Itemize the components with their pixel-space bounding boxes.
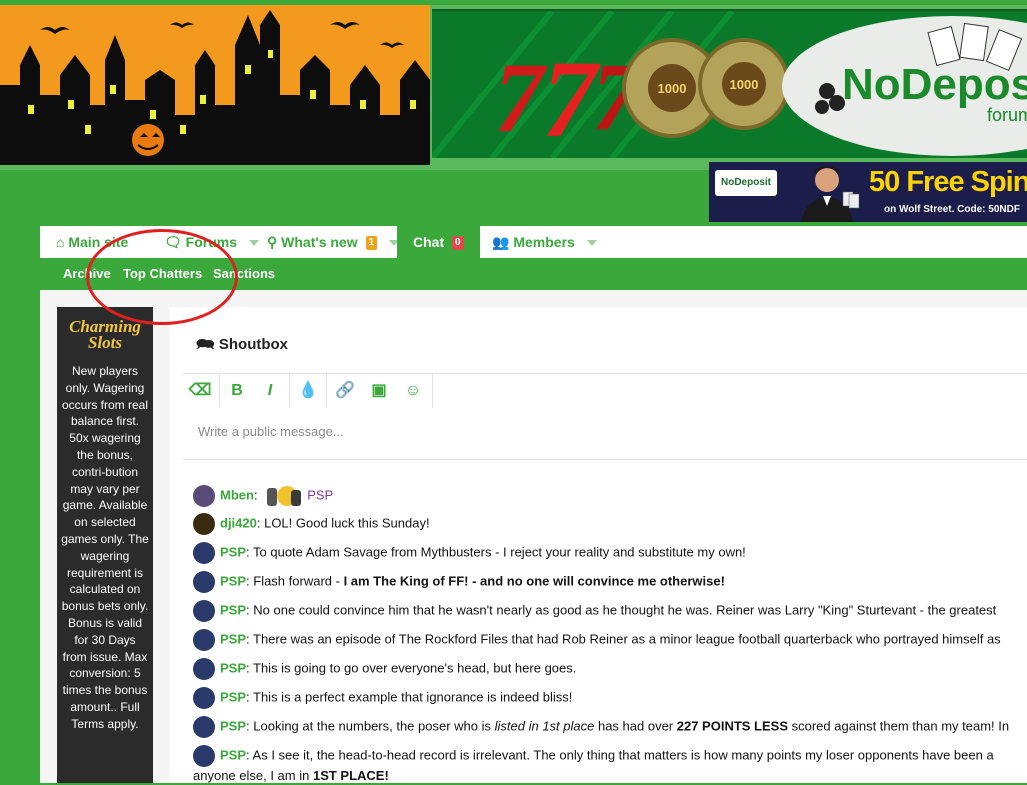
emoji-image: [265, 484, 303, 508]
shoutbox-title: 🗪 Shoutbox: [196, 334, 288, 359]
nav-members[interactable]: 👥 Members: [492, 226, 597, 258]
halloween-banner: [0, 5, 430, 165]
chat-count-badge: 0: [452, 236, 464, 251]
message-italic-text: listed in 1st place: [494, 718, 595, 734]
username[interactable]: PSP: [220, 602, 246, 617]
chevron-down-icon[interactable]: [248, 240, 259, 247]
editor-toolbar: ⌫ B I 💧 🔗 ▣ ☺: [183, 373, 1027, 409]
image-icon[interactable]: ▣: [362, 374, 396, 408]
ad-terms-text: New players only. Wagering occurs from r…: [61, 364, 149, 731]
message-placeholder: Write a public message...: [198, 424, 344, 439]
avatar[interactable]: [193, 629, 215, 651]
message-text: No one could convince him that he wasn't…: [253, 602, 997, 618]
avatar[interactable]: [193, 513, 215, 535]
message-row: PSP: This is a perfect example that igno…: [193, 687, 572, 709]
nodeposit-small-logo: NoDeposit: [715, 170, 777, 196]
avatar[interactable]: [193, 571, 215, 593]
charming-slots-logo: Charming Slots: [69, 317, 141, 352]
mention-link[interactable]: PSP: [307, 487, 333, 502]
forum-sublogo: forum: [987, 105, 1027, 125]
message-row: PSP: Flash forward - I am The King of FF…: [193, 571, 725, 593]
message-row: PSP: As I see it, the head-to-head recor…: [193, 745, 994, 767]
nav-label: Chat: [413, 234, 445, 250]
whats-new-count-badge: 1: [365, 236, 378, 251]
promo-subtext: on Wolf Street. Code: 50NDF: [884, 204, 1020, 215]
message-text: Flash forward -: [253, 573, 344, 589]
nodeposit-banner[interactable]: 7 7 7 1000 1000 NoDeposit forum: [432, 9, 1027, 158]
italic-icon[interactable]: I: [253, 374, 287, 408]
eraser-icon[interactable]: ⌫: [183, 374, 217, 408]
svg-text:7: 7: [494, 42, 548, 153]
message-text: anyone else, I am in: [193, 768, 313, 783]
casino-banner-art: 7 7 7 1000 1000 NoDeposit forum: [432, 11, 1027, 158]
username[interactable]: Mben: [220, 487, 254, 502]
username[interactable]: PSP: [220, 544, 246, 559]
message-row: PSP: This is going to go over everyone's…: [193, 658, 576, 680]
message-text: There was an episode of The Rockford Fil…: [253, 631, 1001, 647]
message-text: To quote Adam Savage from Mythbusters - …: [253, 544, 746, 560]
toolbar-divider: [326, 374, 327, 408]
message-text: As I see it, the head-to-head record is …: [252, 747, 994, 763]
avatar[interactable]: [193, 485, 215, 507]
avatar[interactable]: [193, 687, 215, 709]
message-row: PSP: Looking at the numbers, the poser w…: [193, 716, 1009, 738]
promo-person-image: [801, 166, 860, 222]
message-text: Looking at the numbers, the poser who is: [253, 718, 495, 734]
link-icon[interactable]: 🔗: [328, 374, 362, 408]
message-text: This is a perfect example that ignorance…: [253, 689, 573, 705]
username[interactable]: PSP: [220, 660, 246, 675]
message-wrap-line: anyone else, I am in 1ST PLACE!: [193, 767, 389, 785]
username[interactable]: dji420: [220, 515, 257, 530]
free-spins-promo[interactable]: NoDeposit 50 Free Spins on Wolf Street. …: [709, 162, 1027, 222]
message-text: This is going to go over everyone's head…: [253, 660, 577, 676]
message-bold-text: 1ST PLACE!: [312, 768, 389, 783]
avatar[interactable]: [193, 600, 215, 622]
username[interactable]: PSP: [220, 747, 246, 762]
chip-label: 1000: [730, 77, 759, 92]
avatar[interactable]: [193, 716, 215, 738]
message-text: scored against them than my team! In: [788, 718, 1010, 734]
nav-label: What's new: [281, 234, 358, 250]
message-bold-text: 227 POINTS LESS: [676, 718, 789, 734]
message-text: has had over: [594, 718, 677, 734]
comments-icon: 🗪: [196, 336, 215, 353]
message-bold-text: I am The King of FF! - and no one will c…: [343, 573, 725, 589]
smiley-icon[interactable]: ☺: [396, 374, 430, 408]
message-text: LOL! Good luck this Sunday!: [264, 515, 430, 531]
avatar[interactable]: [193, 658, 215, 680]
avatar[interactable]: [193, 745, 215, 767]
nav-chat[interactable]: Chat 0: [397, 226, 480, 258]
home-icon: ⌂: [56, 234, 65, 250]
search-icon: ⚲: [267, 234, 278, 250]
color-drop-icon[interactable]: 💧: [291, 374, 325, 408]
message-row: Mben: PSP: [193, 484, 333, 508]
message-row: PSP: To quote Adam Savage from Mythbuste…: [193, 542, 746, 564]
shoutbox-title-text: Shoutbox: [218, 336, 289, 353]
message-row: PSP: There was an episode of The Rockfor…: [193, 629, 1001, 651]
charming-slots-ad[interactable]: Charming Slots New players only. Wagerin…: [57, 307, 153, 783]
users-icon: 👥: [492, 234, 510, 250]
nav-whats-new[interactable]: ⚲ What's new 1: [267, 226, 399, 258]
nodeposit-logo: NoDeposit: [842, 60, 1027, 109]
toolbar-divider: [432, 374, 433, 408]
toolbar-divider: [289, 374, 290, 408]
username[interactable]: PSP: [220, 689, 246, 704]
username[interactable]: PSP: [220, 631, 246, 646]
avatar[interactable]: [193, 542, 215, 564]
username[interactable]: PSP: [220, 573, 246, 588]
username[interactable]: PSP: [220, 718, 246, 733]
promo-headline: 50 Free Spins: [869, 166, 1027, 198]
annotation-circle: [86, 229, 238, 325]
message-row: dji420: LOL! Good luck this Sunday!: [193, 513, 430, 535]
nav-label: Members: [513, 234, 575, 250]
chip-label: 1000: [658, 81, 687, 96]
chevron-down-icon[interactable]: [586, 240, 597, 247]
message-row: PSP: No one could convince him that he w…: [193, 600, 996, 622]
bold-icon[interactable]: B: [220, 374, 254, 408]
